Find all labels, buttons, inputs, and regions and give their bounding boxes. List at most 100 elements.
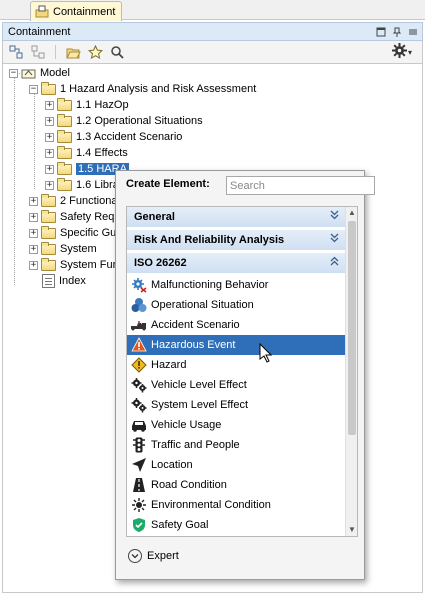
expert-toggle[interactable]: Expert <box>128 549 179 563</box>
tree-node-label: Index <box>59 275 86 287</box>
list-item-system-level-effect[interactable]: System Level Effect <box>127 395 347 415</box>
tree-node-effects[interactable]: + 1.4 Effects <box>45 145 128 161</box>
expand-toggle-icon[interactable]: + <box>45 132 54 142</box>
tree-connector <box>14 78 15 285</box>
car-icon <box>131 417 147 433</box>
list-scrollbar[interactable]: ▲ ▼ <box>345 207 357 536</box>
folder-icon <box>41 225 56 239</box>
collapse-all-icon[interactable] <box>7 43 25 61</box>
list-item-label: Vehicle Usage <box>151 419 222 431</box>
category-iso-26262[interactable]: ISO 26262 <box>127 253 347 274</box>
category-risk-reliability[interactable]: Risk And Reliability Analysis <box>127 230 347 251</box>
category-label: Risk And Reliability Analysis <box>134 234 285 246</box>
folder-icon <box>41 81 56 95</box>
panel-title-bar: Containment <box>2 22 423 41</box>
folder-icon <box>41 209 56 223</box>
model-icon <box>21 67 36 79</box>
location-arrow-icon <box>131 457 147 473</box>
warning-triangle-icon <box>131 337 147 353</box>
chevron-double-up-icon <box>330 256 339 269</box>
panel-title: Containment <box>8 25 71 38</box>
expand-toggle-icon[interactable]: + <box>29 244 38 254</box>
scroll-down-icon[interactable]: ▼ <box>346 524 357 536</box>
tree-node-label: 1.3 Accident Scenario <box>76 131 183 143</box>
options-menu[interactable]: ▾ <box>391 43 412 61</box>
tree-node-model[interactable]: − Model <box>9 65 70 81</box>
tree-node-operational-situations[interactable]: + 1.2 Operational Situations <box>45 113 203 129</box>
folder-icon <box>57 97 72 111</box>
chevron-double-down-icon <box>330 233 339 246</box>
list-item-road-condition[interactable]: Road Condition <box>127 475 347 495</box>
list-item-safety-goal[interactable]: Safety Goal <box>127 515 347 535</box>
list-item-label: Hazard <box>151 359 187 371</box>
toolbar-separator <box>55 45 56 59</box>
tree-node-index[interactable]: Index <box>42 273 86 289</box>
road-icon <box>131 477 147 493</box>
list-item-operational-situation[interactable]: Operational Situation <box>127 295 347 315</box>
element-list: General Risk And Reliability Analysis IS… <box>126 206 358 537</box>
pin-icon[interactable] <box>390 25 404 39</box>
scroll-up-icon[interactable]: ▲ <box>346 207 357 219</box>
list-item-accident-scenario[interactable]: Accident Scenario <box>127 315 347 335</box>
list-item-label: Location <box>151 459 193 471</box>
expand-toggle-icon[interactable]: + <box>45 180 54 190</box>
menu-icon[interactable] <box>406 25 420 39</box>
scrollbar-thumb[interactable] <box>348 221 356 435</box>
gear-icon <box>391 43 407 61</box>
expand-toggle-icon[interactable]: + <box>45 116 54 126</box>
folder-icon <box>57 113 72 127</box>
search-input[interactable] <box>226 176 375 195</box>
list-item-label: Operational Situation <box>151 299 254 311</box>
list-item-label: Safety Goal <box>151 519 209 531</box>
containment-icon <box>35 5 49 18</box>
list-item-environmental-condition[interactable]: Environmental Condition <box>127 495 347 515</box>
tab-containment[interactable]: Containment <box>30 1 123 21</box>
list-item-label: Traffic and People <box>151 439 240 451</box>
expand-toggle-icon[interactable]: + <box>29 260 38 270</box>
minimize-icon[interactable] <box>374 25 388 39</box>
gears-icon <box>131 397 147 413</box>
list-item-vehicle-usage[interactable]: Vehicle Usage <box>127 415 347 435</box>
open-folder-icon[interactable] <box>64 43 82 61</box>
tree-node-label: System <box>60 243 97 255</box>
expand-toggle-icon[interactable]: + <box>29 212 38 222</box>
list-item-hazard[interactable]: Hazard <box>127 355 347 375</box>
collapse-toggle-icon[interactable]: − <box>29 84 38 94</box>
expand-toggle-icon[interactable]: + <box>29 228 38 238</box>
toolbar: ▾ <box>2 41 423 63</box>
tree-node-hara-root[interactable]: − 1 Hazard Analysis and Risk Assessment <box>29 81 256 97</box>
tree-node-accident-scenario[interactable]: + 1.3 Accident Scenario <box>45 129 182 145</box>
list-item-label: Accident Scenario <box>151 319 240 331</box>
popup-header: Create Element: <box>126 178 210 190</box>
expand-toggle-icon[interactable]: + <box>29 196 38 206</box>
index-icon <box>42 274 55 288</box>
list-item-location[interactable]: Location <box>127 455 347 475</box>
expand-toggle-icon[interactable]: + <box>45 164 54 174</box>
shield-check-icon <box>131 517 147 533</box>
tree-node-system[interactable]: + System <box>29 241 97 257</box>
expert-label: Expert <box>147 550 179 562</box>
tree-node-label: 1.1 HazOp <box>76 99 129 111</box>
list-item-hazardous-event[interactable]: Hazardous Event <box>127 335 347 355</box>
list-item-vehicle-level-effect[interactable]: Vehicle Level Effect <box>127 375 347 395</box>
category-general[interactable]: General <box>127 207 347 228</box>
list-item-malfunctioning-behavior[interactable]: Malfunctioning Behavior <box>127 275 347 295</box>
list-item-label: System Level Effect <box>151 399 249 411</box>
expand-icon[interactable] <box>29 43 47 61</box>
chevron-down-icon: ▾ <box>407 47 412 57</box>
tree-connector <box>34 94 35 189</box>
expand-toggle-icon[interactable]: + <box>45 148 54 158</box>
tree-node-hazop[interactable]: + 1.1 HazOp <box>45 97 129 113</box>
list-item-traffic-and-people[interactable]: Traffic and People <box>127 435 347 455</box>
gears-icon <box>131 377 147 393</box>
car-crash-icon <box>131 317 147 333</box>
star-icon[interactable] <box>86 43 104 61</box>
environment-icon <box>131 497 147 513</box>
search-icon[interactable] <box>108 43 126 61</box>
expand-toggle-icon[interactable]: + <box>45 100 54 110</box>
folder-icon <box>57 161 72 175</box>
tree-node-label: 1.4 Effects <box>76 147 128 159</box>
chevron-double-down-icon <box>330 210 339 223</box>
collapse-toggle-icon[interactable]: − <box>9 68 18 78</box>
list-item-label: Environmental Condition <box>151 499 271 511</box>
